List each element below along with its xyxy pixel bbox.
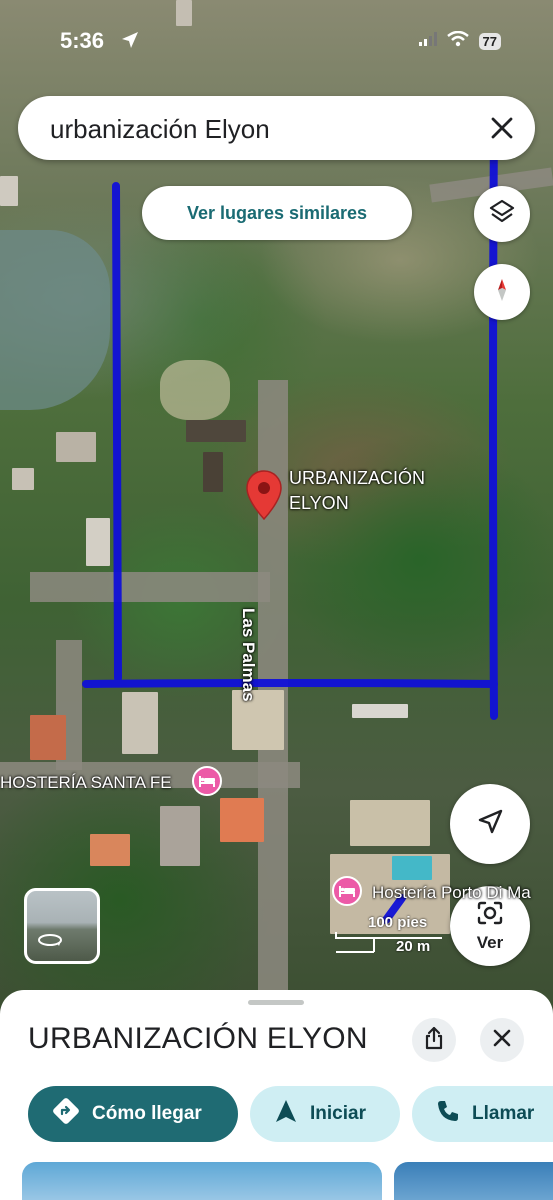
building — [122, 692, 158, 754]
place-sheet[interactable]: URBANIZACIÓN ELYON Cómo llegar Iniciar L… — [0, 990, 553, 1200]
location-arrow-icon — [120, 30, 140, 55]
building — [90, 834, 130, 866]
place-photo[interactable] — [22, 1162, 382, 1200]
street-label: Las Palmas — [239, 608, 258, 702]
street-view-thumbnail[interactable] — [24, 888, 100, 964]
pin-label-line2: ELYON — [289, 493, 349, 513]
close-icon — [493, 1029, 511, 1052]
close-sheet-button[interactable] — [480, 1018, 524, 1062]
compass-button[interactable] — [474, 264, 530, 320]
my-location-icon — [475, 807, 505, 842]
directions-button[interactable]: Cómo llegar — [28, 1086, 238, 1142]
layers-button[interactable] — [474, 186, 530, 242]
similar-places-chip[interactable]: Ver lugares similares — [142, 186, 412, 240]
pin-label: URBANIZACIÓN ELYON — [289, 466, 425, 516]
poi-santa-fe-label[interactable]: HOSTERÍA SANTA FE — [0, 770, 172, 795]
building — [56, 432, 96, 462]
start-button[interactable]: Iniciar — [250, 1086, 400, 1142]
poi-porto-label[interactable]: Hostería Porto Di Ma — [372, 880, 553, 905]
compass-icon — [488, 276, 516, 309]
share-icon — [424, 1026, 444, 1055]
building — [203, 452, 223, 492]
call-button[interactable]: Llamar — [412, 1086, 553, 1142]
call-label: Llamar — [472, 1103, 535, 1124]
road-horizontal — [30, 572, 270, 602]
building — [12, 468, 34, 490]
phone-icon — [436, 1099, 460, 1129]
building — [86, 518, 110, 566]
share-button[interactable] — [412, 1018, 456, 1062]
building — [0, 176, 18, 206]
sand-area — [160, 360, 230, 420]
pool — [392, 856, 432, 880]
water-area — [0, 230, 110, 410]
search-input[interactable]: urbanización Elyon — [50, 114, 270, 145]
start-label: Iniciar — [310, 1103, 366, 1124]
building — [350, 800, 430, 846]
hotel-icon[interactable] — [192, 766, 222, 796]
layers-icon — [488, 198, 516, 231]
place-photo[interactable] — [394, 1162, 553, 1200]
close-icon[interactable] — [489, 110, 515, 149]
lens-label: Ver — [476, 932, 504, 952]
search-bar[interactable]: urbanización Elyon — [18, 96, 535, 160]
my-location-button[interactable] — [450, 784, 530, 864]
location-pin[interactable] — [246, 470, 282, 525]
status-bar: 5:36 77 — [0, 0, 553, 80]
navigate-icon — [274, 1098, 298, 1130]
place-title: URBANIZACIÓN ELYON — [28, 1022, 368, 1055]
building — [220, 798, 264, 842]
building — [160, 806, 200, 866]
360-icon — [37, 932, 63, 953]
directions-label: Cómo llegar — [92, 1103, 202, 1124]
scale-metric: 20 m — [396, 938, 431, 955]
directions-icon — [52, 1097, 80, 1131]
building — [352, 704, 408, 718]
wifi-icon — [446, 30, 469, 52]
signal-icon — [418, 32, 437, 51]
sheet-handle[interactable] — [248, 1000, 304, 1005]
pin-label-line1: URBANIZACIÓN — [289, 468, 426, 488]
battery-icon: 77 — [478, 33, 501, 50]
building — [30, 715, 66, 760]
building — [186, 420, 246, 442]
map-scale: 100 pies 20 m — [334, 912, 444, 958]
status-time: 5:36 — [60, 28, 105, 53]
hotel-icon[interactable] — [332, 876, 362, 906]
